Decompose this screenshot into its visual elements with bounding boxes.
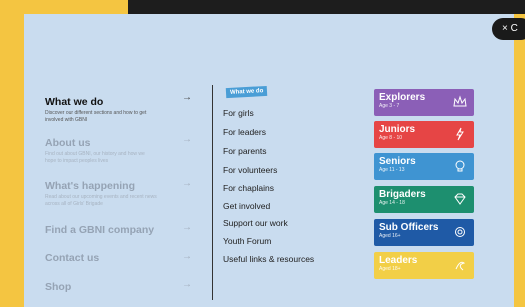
crown-icon: [453, 95, 467, 107]
left-yellow-strip: [0, 0, 24, 307]
menu-description: Read about our upcoming events and recen…: [45, 194, 157, 207]
menu-item-whats-happening[interactable]: What's happening Read about our upcoming…: [45, 180, 195, 208]
menu-title: Shop: [45, 281, 72, 293]
arrow-icon[interactable]: →: [182, 134, 192, 145]
menu-description: Discover our different sections and how …: [45, 110, 147, 123]
menu-item-what-we-do[interactable]: What we do Discover our different sectio…: [45, 96, 195, 124]
link-get-involved[interactable]: Get involved: [223, 201, 270, 211]
card-explorers[interactable]: Explorers Age 3 - 7: [374, 89, 474, 116]
lightning-icon: [456, 127, 464, 141]
menu-item-contact-us[interactable]: Contact us: [45, 252, 195, 264]
spiral-icon: [455, 227, 465, 237]
menu-item-find-company[interactable]: Find a GBNI company: [45, 224, 195, 236]
card-sub-officers[interactable]: Sub Officers Aged 16+: [374, 219, 474, 246]
swirl-icon: [455, 261, 466, 271]
menu-item-about-us[interactable]: About us Find out about GBNI, our histor…: [45, 137, 195, 165]
card-leaders[interactable]: Leaders Aged 18+: [374, 252, 474, 279]
menu-title: Contact us: [45, 252, 100, 264]
card-seniors[interactable]: Seniors Age 11 - 13: [374, 153, 474, 180]
link-for-leaders[interactable]: For leaders: [223, 127, 266, 137]
top-bar: [24, 0, 525, 14]
arrow-icon[interactable]: →: [182, 178, 192, 189]
arrow-icon[interactable]: →: [182, 251, 192, 262]
menu-title: About us: [45, 137, 91, 149]
card-juniors[interactable]: Juniors Age 8 - 10: [374, 121, 474, 148]
arrow-icon[interactable]: →: [182, 279, 192, 290]
menu-title: Find a GBNI company: [45, 224, 155, 236]
arrow-icon[interactable]: →: [182, 222, 192, 233]
card-brigaders[interactable]: Brigaders Age 14 - 18: [374, 186, 474, 213]
link-for-girls[interactable]: For girls: [223, 108, 254, 118]
top-yellow-accent: [24, 0, 128, 14]
link-for-chaplains[interactable]: For chaplains: [223, 183, 274, 193]
menu-description: Find out about GBNI, our history and how…: [45, 151, 145, 164]
menu-item-shop[interactable]: Shop: [45, 281, 195, 293]
link-for-parents[interactable]: For parents: [223, 146, 266, 156]
menu-title: What we do: [45, 96, 104, 108]
menu-title: What's happening: [45, 180, 135, 192]
diamond-icon: [454, 193, 466, 205]
close-button[interactable]: × C: [492, 18, 525, 40]
arrow-icon[interactable]: →: [182, 92, 192, 103]
link-youth-forum[interactable]: Youth Forum: [223, 236, 271, 246]
link-for-volunteers[interactable]: For volunteers: [223, 165, 277, 175]
lightbulb-icon: [455, 160, 465, 172]
vertical-divider: [212, 85, 213, 300]
link-support-our-work[interactable]: Support our work: [223, 218, 288, 228]
link-useful-links[interactable]: Useful links & resources: [223, 254, 314, 264]
